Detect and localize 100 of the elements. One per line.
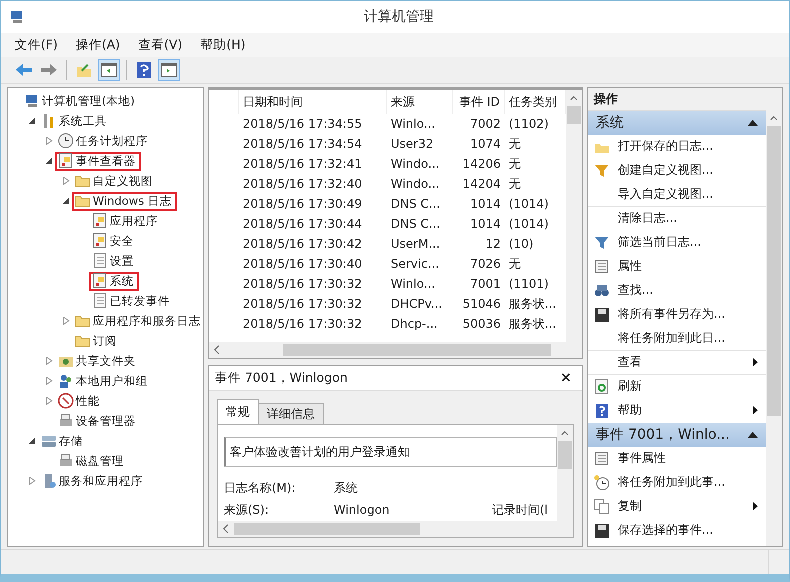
menu-item[interactable]: 操作(A) [74, 34, 122, 56]
expand-arrow-icon[interactable] [62, 317, 70, 325]
table-cell-text: Servic... [390, 256, 440, 273]
tree-item[interactable]: 应用程序和服务日志 [72, 312, 203, 330]
collapse-arrow-icon[interactable] [62, 197, 70, 205]
table-cell-text: (1102) [508, 116, 550, 133]
tab[interactable]: 常规 [217, 399, 259, 424]
tree-item[interactable]: 系统 [89, 272, 139, 290]
expand-arrow-icon[interactable] [46, 357, 52, 365]
column-header[interactable]: 日期和时间 [239, 90, 387, 114]
tree-item[interactable]: 应用程序 [89, 212, 163, 230]
show-action-pane-button[interactable] [158, 59, 180, 81]
tree-item[interactable]: 事件查看器 [55, 152, 141, 170]
tree-item[interactable]: 共享文件夹 [55, 352, 141, 370]
sheet-icon [92, 293, 108, 309]
tree-item[interactable]: 安全 [89, 232, 139, 250]
vertical-scrollbar[interactable] [557, 425, 573, 521]
log-icon [92, 273, 108, 289]
table-cell-text: 无 [508, 136, 522, 152]
table-cell-text: 14204 [462, 176, 502, 193]
table-cell-text: 7002 [469, 116, 502, 133]
table-cell-text: 2018/5/16 17:32:40 [242, 176, 364, 193]
binoculars-icon [594, 282, 610, 298]
column-header[interactable]: 事件 ID [453, 90, 505, 114]
horizontal-scrollbar[interactable] [218, 521, 573, 537]
printer-icon [58, 453, 74, 469]
description-field: 客户体验改善计划的用户登录通知 [224, 437, 557, 467]
scrollbar-thumb[interactable] [283, 344, 551, 356]
expand-arrow-icon[interactable] [46, 137, 52, 145]
action-item[interactable]: 查找... [588, 279, 766, 303]
scrollbar-thumb[interactable] [567, 106, 581, 124]
expand-arrow-icon[interactable] [46, 377, 52, 385]
action-item[interactable]: 创建自定义视图... [588, 159, 766, 183]
help-icon [594, 402, 610, 418]
refresh-icon [594, 378, 610, 394]
tree-item[interactable]: 任务计划程序 [55, 132, 153, 150]
tree-item[interactable]: 存储 [38, 432, 88, 450]
tree-item[interactable]: 订阅 [72, 332, 122, 350]
close-button[interactable]: × [560, 370, 572, 386]
tree-item[interactable]: 设备管理器 [55, 412, 141, 430]
table-cell-text: 1014 [469, 196, 502, 213]
sheet-icon [92, 253, 108, 269]
section-header[interactable]: 事件 7001，Winlo... [588, 423, 766, 447]
users-icon [58, 373, 74, 389]
action-item[interactable]: 筛选当前日志... [588, 231, 766, 255]
table-cell-text: DNS C... [390, 216, 442, 233]
tree-item[interactable]: 本地用户和组 [55, 372, 153, 390]
tab[interactable]: 详细信息 [258, 403, 324, 424]
expand-arrow-icon[interactable] [28, 477, 36, 485]
menu-item[interactable]: 帮助(H) [198, 34, 248, 56]
show-tree-button[interactable] [98, 59, 120, 81]
expand-arrow-icon[interactable] [62, 177, 70, 185]
expand-arrow-icon[interactable] [46, 397, 52, 405]
action-item[interactable]: 清除日志... [588, 207, 766, 231]
collapse-arrow-icon[interactable] [28, 117, 36, 125]
tree-item[interactable]: Windows 日志 [72, 192, 177, 210]
tree-item[interactable]: 磁盘管理 [55, 452, 129, 470]
tree-item[interactable]: 已转发事件 [89, 292, 175, 310]
tree-item[interactable]: 设置 [89, 252, 139, 270]
tree-item[interactable]: 性能 [55, 392, 105, 410]
column-header[interactable]: 来源 [387, 90, 453, 114]
scrollbar-thumb[interactable] [767, 126, 781, 416]
field-value: Winlogon [334, 503, 391, 517]
table-cell-text: 2018/5/16 17:30:40 [242, 256, 364, 273]
action-item[interactable]: 保存选择的事件... [588, 519, 766, 543]
submenu-arrow-icon [753, 358, 758, 367]
collapse-arrow-icon[interactable] [28, 437, 36, 445]
collapse-arrow-icon [748, 120, 758, 126]
action-item[interactable]: 事件属性 [588, 447, 766, 471]
table-cell-text: Dhcp-... [390, 316, 439, 333]
clock-icon [58, 133, 74, 149]
tree-item[interactable]: 计算机管理(本地) [21, 92, 140, 110]
table-cell-text: 7026 [469, 256, 502, 273]
table-cell-text: 2018/5/16 17:30:32 [242, 276, 364, 293]
tree-item[interactable]: 自定义视图 [72, 172, 158, 190]
log-icon [92, 233, 108, 249]
table-cell-text: User32 [390, 136, 435, 153]
vertical-scrollbar[interactable] [566, 90, 582, 342]
action-item[interactable]: 打开保存的日志... [588, 135, 766, 159]
log-icon [58, 153, 74, 169]
scrollbar-thumb[interactable] [558, 441, 572, 469]
action-item[interactable]: 帮助 [588, 399, 766, 423]
menu-item[interactable]: 查看(V) [136, 34, 185, 56]
collapse-arrow-icon[interactable] [46, 157, 52, 165]
scrollbar-thumb[interactable] [234, 523, 420, 535]
horizontal-scrollbar[interactable] [209, 342, 582, 358]
action-item[interactable]: 复制 [588, 495, 766, 519]
vertical-scrollbar[interactable] [766, 88, 782, 546]
action-item[interactable]: 将所有事件另存为... [588, 303, 766, 327]
section-header[interactable]: 系统 [588, 111, 766, 135]
log-icon [92, 213, 108, 229]
tree-item[interactable]: 服务和应用程序 [38, 472, 148, 490]
table-cell-text: 12 [484, 236, 502, 253]
field-value: 系统 [334, 480, 359, 496]
menu-item[interactable]: 文件(F) [13, 34, 60, 56]
action-item[interactable]: 刷新 [588, 375, 766, 399]
tree-item[interactable]: 系统工具 [38, 112, 112, 130]
action-item[interactable]: 属性 [588, 255, 766, 279]
action-item[interactable]: 将任务附加到此事... [588, 471, 766, 495]
table-cell-text: 2018/5/16 17:30:32 [242, 296, 364, 313]
